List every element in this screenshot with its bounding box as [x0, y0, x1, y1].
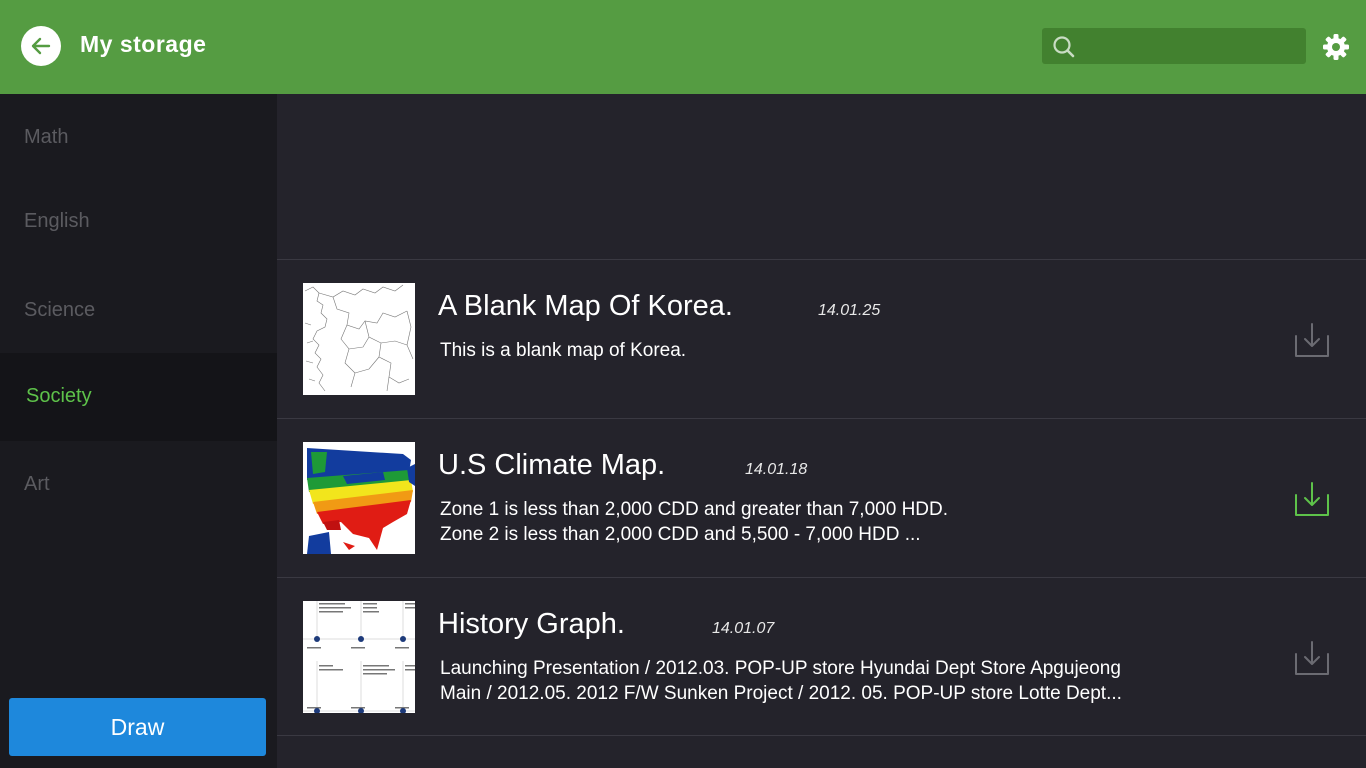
list-item[interactable]: A Blank Map Of Korea. 14.01.25 This is a…	[277, 259, 1366, 418]
sidebar-item-math[interactable]: Math	[0, 94, 277, 182]
list-item[interactable]: History Graph. 14.01.07 Launching Presen…	[277, 577, 1366, 736]
item-date: 14.01.18	[745, 461, 808, 478]
back-button[interactable]	[21, 26, 61, 66]
sidebar-item-label: Science	[24, 299, 96, 321]
sidebar-item-label: Math	[24, 126, 69, 148]
item-title: History Graph.	[438, 608, 625, 640]
back-arrow-icon	[31, 37, 51, 55]
history-timeline-thumbnail	[303, 601, 415, 713]
page-title: My storage	[80, 31, 207, 57]
item-description: Launching Presentation / 2012.03. POP-UP…	[440, 658, 1122, 704]
sidebar-item-english[interactable]: English	[0, 178, 277, 266]
list-item[interactable]: U.S Climate Map. 14.01.18 Zone 1 is less…	[277, 418, 1366, 577]
item-date: 14.01.25	[818, 302, 881, 319]
item-date: 14.01.07	[712, 620, 775, 637]
item-description: This is a blank map of Korea.	[440, 340, 687, 361]
search-input[interactable]	[1084, 30, 1298, 62]
draw-button[interactable]: Draw	[9, 698, 266, 756]
us-climate-map-thumbnail	[303, 442, 415, 554]
download-icon[interactable]	[1294, 322, 1330, 358]
sidebar-item-art[interactable]: Art	[0, 441, 277, 529]
download-icon[interactable]	[1294, 481, 1330, 517]
item-title: A Blank Map Of Korea.	[438, 290, 733, 322]
sidebar-item-science[interactable]: Science	[0, 267, 277, 355]
gear-icon[interactable]	[1321, 32, 1351, 62]
item-title: U.S Climate Map.	[438, 449, 666, 481]
sidebar-item-label: English	[24, 210, 90, 232]
sidebar-item-label: Art	[24, 473, 50, 495]
search-icon	[1053, 36, 1075, 58]
item-description: Zone 1 is less than 2,000 CDD and greate…	[440, 499, 949, 545]
sidebar-item-society[interactable]: Society	[0, 353, 277, 441]
sidebar-item-label: Society	[26, 385, 92, 407]
download-icon[interactable]	[1294, 640, 1330, 676]
korea-map-thumbnail	[303, 283, 415, 395]
